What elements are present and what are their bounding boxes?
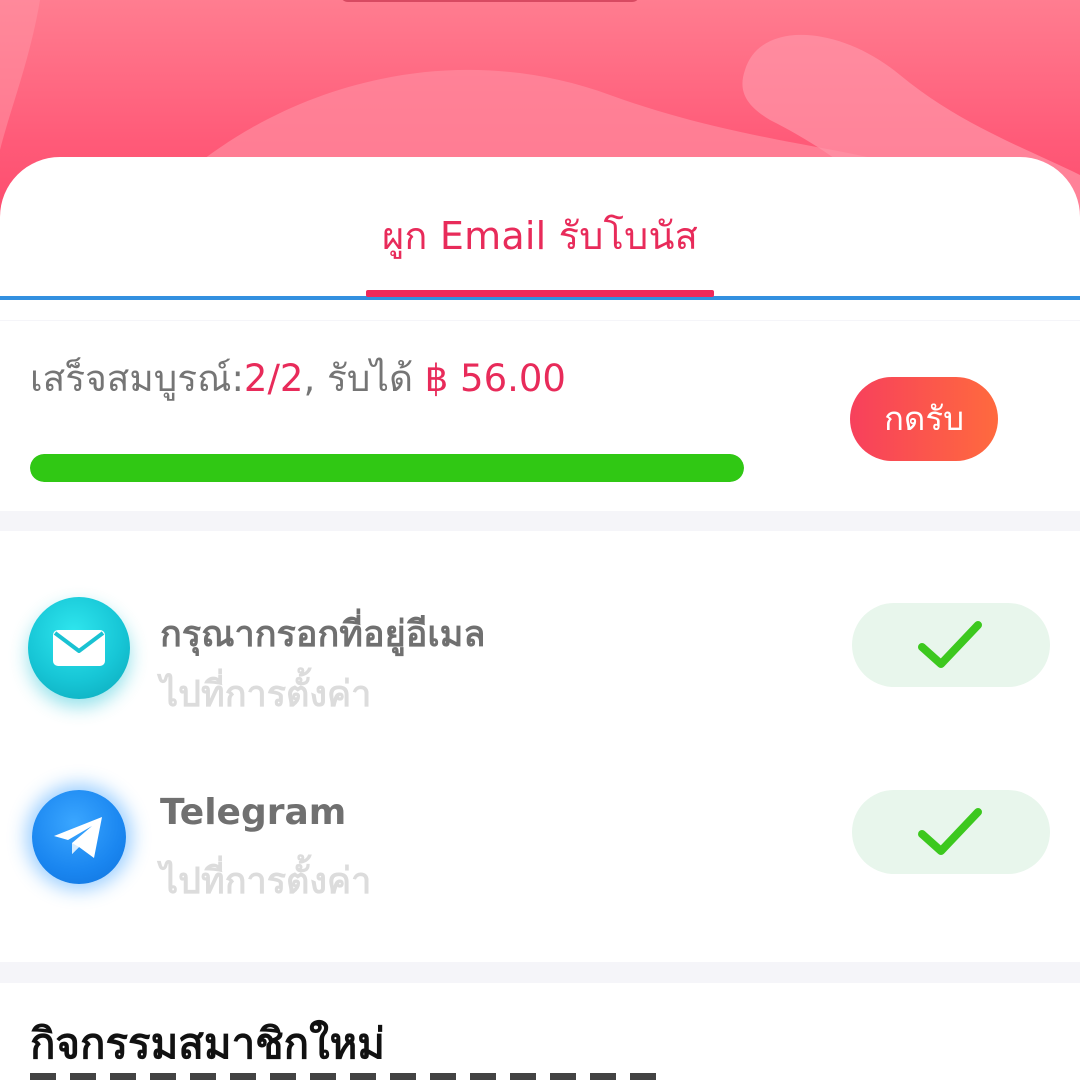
progress-panel: เสร็จสมบูรณ์:2/2, รับได้ ฿ 56.00 กดรับ: [0, 321, 1080, 511]
drag-handle: [340, 0, 640, 2]
progress-label: เสร็จสมบูรณ์:: [30, 357, 244, 400]
tab-card: ผูก Email รับโบนัส: [0, 157, 1080, 320]
task-list: กรุณากรอกที่อยู่อีเมล ไปที่การตั้งค่า Te…: [0, 531, 1080, 962]
task-subtitle[interactable]: ไปที่การตั้งค่า: [160, 852, 371, 909]
task-status-button[interactable]: [852, 790, 1050, 874]
check-icon: [918, 621, 982, 668]
progress-summary: เสร็จสมบูรณ์:2/2, รับได้ ฿ 56.00: [30, 349, 566, 408]
check-icon: [918, 808, 982, 855]
task-title: กรุณากรอกที่อยู่อีเมล: [160, 614, 486, 655]
reward-amount: ฿ 56.00: [424, 357, 566, 400]
telegram-icon: [32, 790, 126, 884]
cut-off-text-line: [30, 1073, 670, 1080]
progress-bar-fill: [30, 454, 744, 482]
task-title: Telegram: [160, 792, 347, 833]
new-member-section: กิจกรรมสมาชิกใหม่: [0, 983, 1080, 1080]
mail-icon: [28, 597, 130, 699]
tab-bind-email-bonus[interactable]: ผูก Email รับโบนัส: [0, 205, 1080, 266]
task-subtitle[interactable]: ไปที่การตั้งค่า: [160, 665, 371, 722]
progress-bar: [30, 454, 744, 482]
claim-button[interactable]: กดรับ: [850, 377, 998, 461]
progress-count: 2/2: [243, 357, 304, 400]
task-item-email[interactable]: กรุณากรอกที่อยู่อีเมล ไปที่การตั้งค่า: [0, 593, 1080, 715]
progress-separator: , รับได้: [303, 357, 425, 400]
tab-active-indicator: [366, 290, 714, 297]
task-status-button[interactable]: [852, 603, 1050, 687]
section-title: กิจกรรมสมาชิกใหม่: [30, 1019, 385, 1068]
task-item-telegram[interactable]: Telegram ไปที่การตั้งค่า: [0, 780, 1080, 902]
